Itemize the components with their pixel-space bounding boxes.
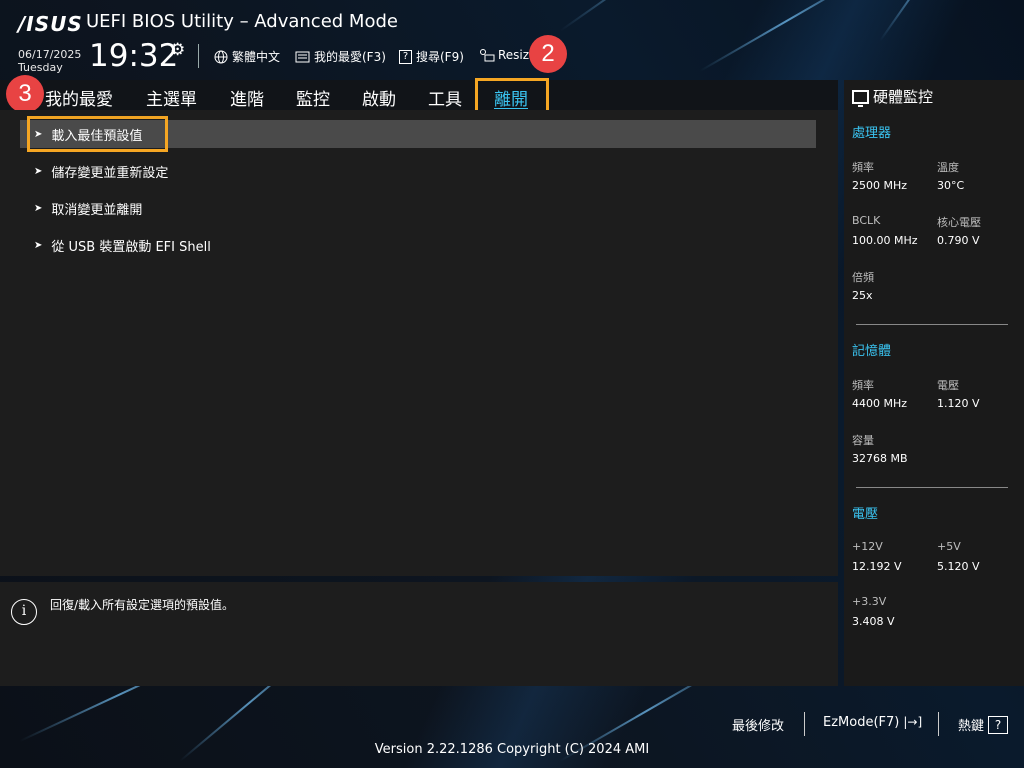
mem-freq-label: 頻率	[852, 379, 874, 392]
hotkeys-button[interactable]: 熱鍵 ?	[958, 715, 1009, 734]
search-icon: ?	[399, 49, 412, 64]
hardware-monitor-panel: 硬體監控 處理器 頻率 溫度 2500 MHz 30°C BCLK 核心電壓 1…	[844, 80, 1024, 686]
last-modified-label: 最後修改	[732, 719, 785, 734]
info-icon: i	[11, 599, 37, 625]
step-badge-2: 2	[529, 35, 567, 73]
v33-label: +3.3V	[852, 595, 887, 608]
ezmode-button[interactable]: EzMode(F7) |→]	[823, 714, 923, 730]
tab-advanced[interactable]: 進階	[230, 85, 264, 110]
menu-item-highlight	[27, 116, 168, 152]
cpu-temp-value: 30°C	[937, 179, 965, 192]
header: /ISUS UEFI BIOS Utility – Advanced Mode …	[0, 0, 1024, 80]
menu-item-label: 儲存變更並重新設定	[51, 165, 169, 181]
gear-icon[interactable]: ⚙	[170, 40, 185, 60]
favorites-label: 我的最愛(F3)	[314, 50, 386, 64]
globe-icon	[213, 50, 228, 64]
ezmode-label: EzMode(F7)	[823, 715, 900, 730]
help-panel: i 回復/載入所有設定選項的預設值。	[0, 582, 838, 686]
language-label: 繁體中文	[232, 50, 281, 64]
menu-item-save-reset[interactable]: ➤ 儲存變更並重新設定	[20, 157, 816, 185]
mem-cap-label: 容量	[852, 434, 874, 447]
ratio-label: 倍頻	[852, 271, 874, 284]
monitor-icon	[852, 89, 869, 107]
hw-monitor-title: 硬體監控	[852, 86, 933, 107]
ratio-value: 25x	[852, 289, 873, 302]
step-badge-3: 3	[6, 75, 44, 113]
search-label: 搜尋(F9)	[416, 50, 464, 64]
menu-item-discard-exit[interactable]: ➤ 取消變更並離開	[20, 194, 816, 222]
bclk-label: BCLK	[852, 214, 881, 227]
main-panel: ➤ 載入最佳預設值 ➤ 儲存變更並重新設定 ➤ 取消變更並離開 ➤ 從 USB …	[0, 110, 838, 576]
hw-divider	[856, 487, 1008, 488]
hotkeys-label: 熱鍵	[958, 719, 985, 734]
resize-icon	[479, 48, 495, 62]
v12-label: +12V	[852, 540, 883, 553]
mem-volt-label: 電壓	[937, 379, 959, 392]
header-divider	[198, 44, 199, 68]
menu-item-label: 從 USB 裝置啟動 EFI Shell	[51, 239, 211, 255]
date-block: 06/17/2025 Tuesday	[18, 48, 81, 74]
favorites-button[interactable]: 我的最愛(F3)	[295, 48, 386, 65]
tab-tool[interactable]: 工具	[428, 85, 462, 110]
resize-button[interactable]: Resiz	[479, 48, 529, 62]
v5-label: +5V	[937, 540, 961, 553]
mem-cap-value: 32768 MB	[852, 452, 908, 465]
help-text: 回復/載入所有設定選項的預設值。	[50, 598, 235, 612]
help-icon: ?	[988, 715, 1009, 734]
day-text: Tuesday	[18, 61, 63, 74]
last-modified-button[interactable]: 最後修改	[732, 715, 784, 734]
v33-value: 3.408 V	[852, 615, 895, 628]
language-button[interactable]: 繁體中文	[213, 48, 280, 65]
hw-divider	[856, 324, 1008, 325]
arrow-icon: ➤	[34, 239, 43, 251]
tab-main[interactable]: 主選單	[146, 85, 197, 110]
version-text: Version 2.22.1286 Copyright (C) 2024 AMI	[374, 742, 650, 757]
clock: 19:32	[89, 38, 179, 74]
menu-item-efi-shell[interactable]: ➤ 從 USB 裝置啟動 EFI Shell	[20, 231, 816, 259]
favorites-icon	[295, 50, 310, 64]
mem-volt-value: 1.120 V	[937, 397, 980, 410]
cpu-freq-value: 2500 MHz	[852, 179, 908, 192]
vcore-label: 核心電壓	[937, 216, 981, 229]
menu-item-label: 取消變更並離開	[51, 202, 143, 218]
arrow-icon: ➤	[34, 202, 43, 214]
vcore-value: 0.790 V	[937, 234, 980, 247]
cpu-freq-label: 頻率	[852, 161, 874, 174]
v12-value: 12.192 V	[852, 560, 902, 573]
exit-icon: |→]	[903, 714, 923, 729]
tab-boot[interactable]: 啟動	[362, 85, 396, 110]
nav-tabs: 我的最愛 主選單 進階 監控 啟動 工具 離開	[0, 80, 838, 110]
footer-divider	[804, 712, 805, 736]
date-text: 06/17/2025	[18, 48, 82, 61]
voltage-section-title: 電壓	[852, 507, 879, 522]
cpu-temp-label: 溫度	[937, 161, 959, 174]
app-title: UEFI BIOS Utility – Advanced Mode	[86, 11, 398, 32]
memory-section-title: 記憶體	[852, 344, 892, 359]
resize-label: Resiz	[498, 48, 530, 62]
tab-favorites[interactable]: 我的最愛	[45, 85, 113, 110]
tab-monitor[interactable]: 監控	[296, 85, 330, 110]
hw-monitor-label: 硬體監控	[873, 88, 934, 106]
cpu-section-title: 處理器	[852, 126, 892, 141]
mem-freq-value: 4400 MHz	[852, 397, 908, 410]
search-button[interactable]: ? 搜尋(F9)	[399, 48, 464, 65]
arrow-icon: ➤	[34, 165, 43, 177]
footer-divider	[938, 712, 939, 736]
asus-logo: /ISUS	[18, 12, 83, 36]
v5-value: 5.120 V	[937, 560, 980, 573]
bclk-value: 100.00 MHz	[852, 234, 918, 247]
